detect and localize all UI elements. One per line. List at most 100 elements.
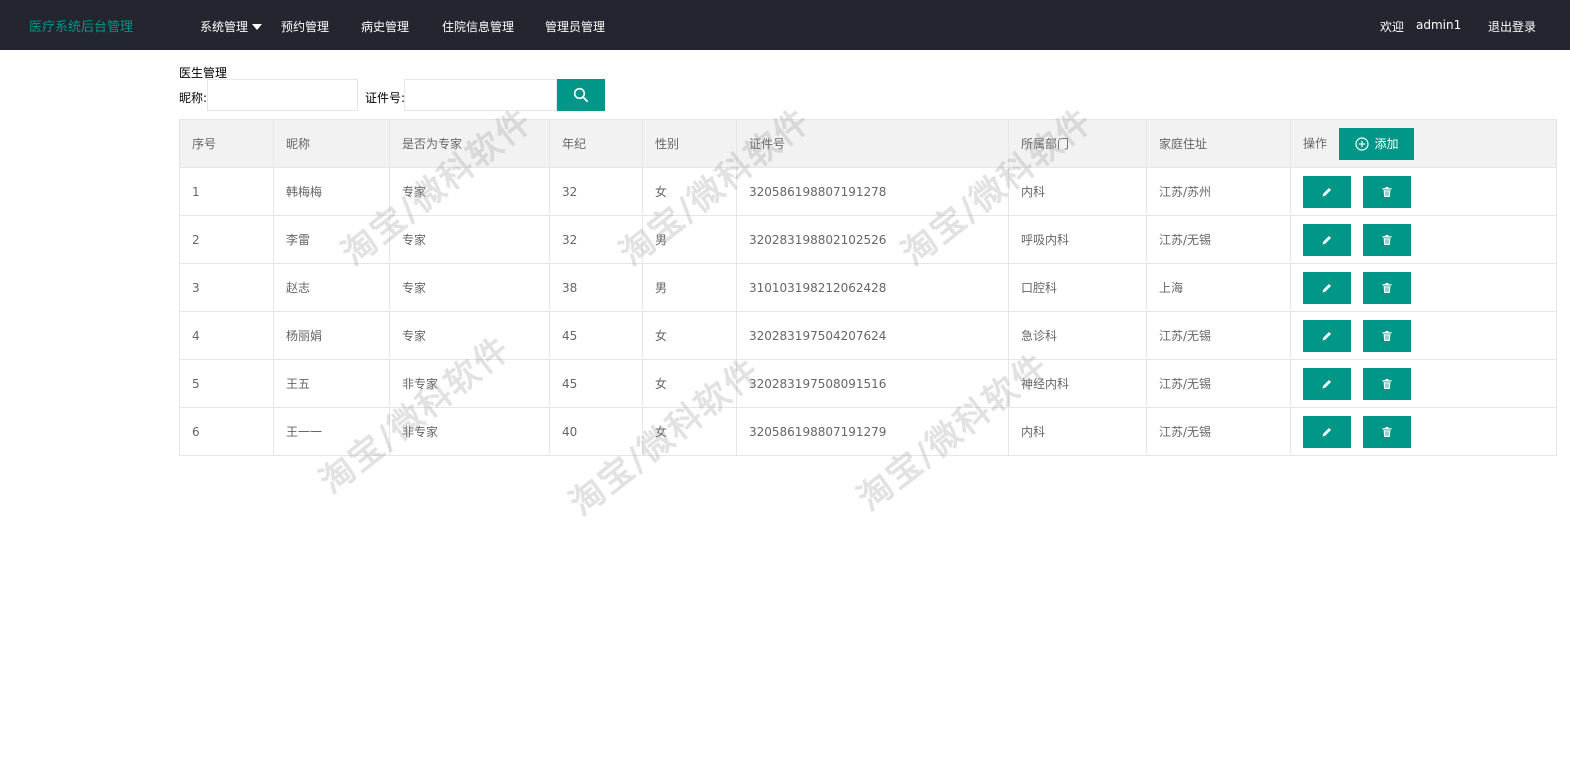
table-row: 5 王五 非专家 45 女 320283197508091516 神经内科 江苏/无锡: [179, 359, 1557, 408]
plus-circle-icon: [1354, 136, 1369, 151]
cell-is-expert: 专家: [389, 263, 550, 312]
cell-age: 38: [549, 263, 643, 312]
edit-button[interactable]: [1303, 271, 1351, 304]
cell-gender: 男: [642, 215, 737, 264]
add-doctor-label: 添加: [1374, 137, 1399, 151]
header-is-expert: 是否为专家: [389, 119, 550, 168]
edit-button[interactable]: [1303, 319, 1351, 352]
search-form: 昵称: 证件号:: [179, 79, 609, 111]
cell-nickname: 韩梅梅: [273, 167, 390, 216]
trash-icon: [1382, 330, 1392, 341]
cell-id-number: 320283197504207624: [736, 311, 1009, 360]
id-number-label: 证件号:: [365, 91, 406, 105]
header-id-number: 证件号: [736, 119, 1009, 168]
pencil-icon: [1322, 427, 1331, 436]
cell-department: 呼吸内科: [1008, 215, 1147, 264]
cell-age: 32: [549, 167, 643, 216]
delete-button[interactable]: [1363, 415, 1411, 448]
cell-id-number: 320586198807191279: [736, 407, 1009, 456]
cell-address: 江苏/无锡: [1146, 215, 1291, 264]
chevron-down-icon: [252, 24, 263, 30]
cell-gender: 男: [642, 263, 737, 312]
nav-hospitalization-management[interactable]: 住院信息管理: [442, 18, 514, 35]
nickname-input[interactable]: [207, 79, 358, 111]
cell-index: 4: [179, 311, 274, 360]
id-number-input[interactable]: [404, 79, 557, 111]
header-department: 所属部门: [1008, 119, 1147, 168]
header-nickname: 昵称: [273, 119, 390, 168]
cell-actions: [1290, 407, 1557, 456]
table-row: 2 李雷 专家 32 男 320283198802102526 呼吸内科 江苏/无锡: [179, 215, 1557, 264]
cell-index: 2: [179, 215, 274, 264]
nav-medical-history-management[interactable]: 病史管理: [361, 18, 409, 35]
delete-button[interactable]: [1363, 271, 1411, 304]
cell-is-expert: 专家: [389, 311, 550, 360]
table-header-row: 序号 昵称 是否为专家 年纪 性别 证件号 所属部门 家庭住址 操作 添加: [179, 119, 1557, 168]
cell-nickname: 赵志: [273, 263, 390, 312]
header-age: 年纪: [549, 119, 643, 168]
app-title[interactable]: 医疗系统后台管理: [29, 16, 133, 35]
cell-actions: [1290, 359, 1557, 408]
cell-nickname: 杨丽娟: [273, 311, 390, 360]
delete-button[interactable]: [1363, 223, 1411, 256]
cell-address: 江苏/苏州: [1146, 167, 1291, 216]
logout-link[interactable]: 退出登录: [1488, 18, 1536, 35]
cell-gender: 女: [642, 407, 737, 456]
nav-appointment-management[interactable]: 预约管理: [281, 18, 329, 35]
edit-button[interactable]: [1303, 367, 1351, 400]
cell-nickname: 王五: [273, 359, 390, 408]
cell-gender: 女: [642, 311, 737, 360]
trash-icon: [1382, 186, 1392, 197]
cell-age: 32: [549, 215, 643, 264]
cell-address: 江苏/无锡: [1146, 407, 1291, 456]
cell-age: 45: [549, 311, 643, 360]
cell-actions: [1290, 311, 1557, 360]
trash-icon: [1382, 282, 1392, 293]
table-body: 1 韩梅梅 专家 32 女 320586198807191278 内科 江苏/苏州 2 李雷 专家 3…: [179, 167, 1557, 456]
cell-department: 口腔科: [1008, 263, 1147, 312]
cell-address: 江苏/无锡: [1146, 311, 1291, 360]
header-actions: 操作 添加: [1290, 119, 1557, 168]
cell-is-expert: 非专家: [389, 359, 550, 408]
cell-id-number: 310103198212062428: [736, 263, 1009, 312]
cell-nickname: 李雷: [273, 215, 390, 264]
cell-department: 内科: [1008, 407, 1147, 456]
trash-icon: [1382, 378, 1392, 389]
search-icon: [573, 87, 589, 103]
cell-id-number: 320586198807191278: [736, 167, 1009, 216]
add-doctor-button[interactable]: 添加: [1339, 127, 1415, 160]
edit-button[interactable]: [1303, 415, 1351, 448]
nav-admin-management[interactable]: 管理员管理: [545, 18, 605, 35]
nickname-label: 昵称:: [179, 91, 208, 105]
cell-department: 内科: [1008, 167, 1147, 216]
nav-system-management[interactable]: 系统管理: [200, 18, 263, 35]
user-name[interactable]: admin1: [1416, 18, 1461, 32]
delete-button[interactable]: [1363, 367, 1411, 400]
header-address: 家庭住址: [1146, 119, 1291, 168]
search-button[interactable]: [557, 79, 605, 111]
cell-gender: 女: [642, 167, 737, 216]
table-row: 4 杨丽娟 专家 45 女 320283197504207624 急诊科 江苏/无锡: [179, 311, 1557, 360]
pencil-icon: [1322, 379, 1331, 388]
cell-index: 5: [179, 359, 274, 408]
cell-index: 3: [179, 263, 274, 312]
cell-id-number: 320283198802102526: [736, 215, 1009, 264]
delete-button[interactable]: [1363, 175, 1411, 208]
pencil-icon: [1322, 283, 1331, 292]
cell-actions: [1290, 215, 1557, 264]
table-row: 6 王一一 非专家 40 女 320586198807191279 内科 江苏/无锡: [179, 407, 1557, 456]
pencil-icon: [1322, 187, 1331, 196]
cell-is-expert: 专家: [389, 215, 550, 264]
cell-index: 1: [179, 167, 274, 216]
cell-is-expert: 专家: [389, 167, 550, 216]
edit-button[interactable]: [1303, 223, 1351, 256]
delete-button[interactable]: [1363, 319, 1411, 352]
welcome-text: 欢迎: [1380, 20, 1405, 34]
cell-is-expert: 非专家: [389, 407, 550, 456]
cell-actions: [1290, 263, 1557, 312]
cell-index: 6: [179, 407, 274, 456]
cell-address: 上海: [1146, 263, 1291, 312]
edit-button[interactable]: [1303, 175, 1351, 208]
doctor-table: 序号 昵称 是否为专家 年纪 性别 证件号 所属部门 家庭住址 操作 添加 1 韩梅…: [179, 119, 1557, 456]
cell-gender: 女: [642, 359, 737, 408]
